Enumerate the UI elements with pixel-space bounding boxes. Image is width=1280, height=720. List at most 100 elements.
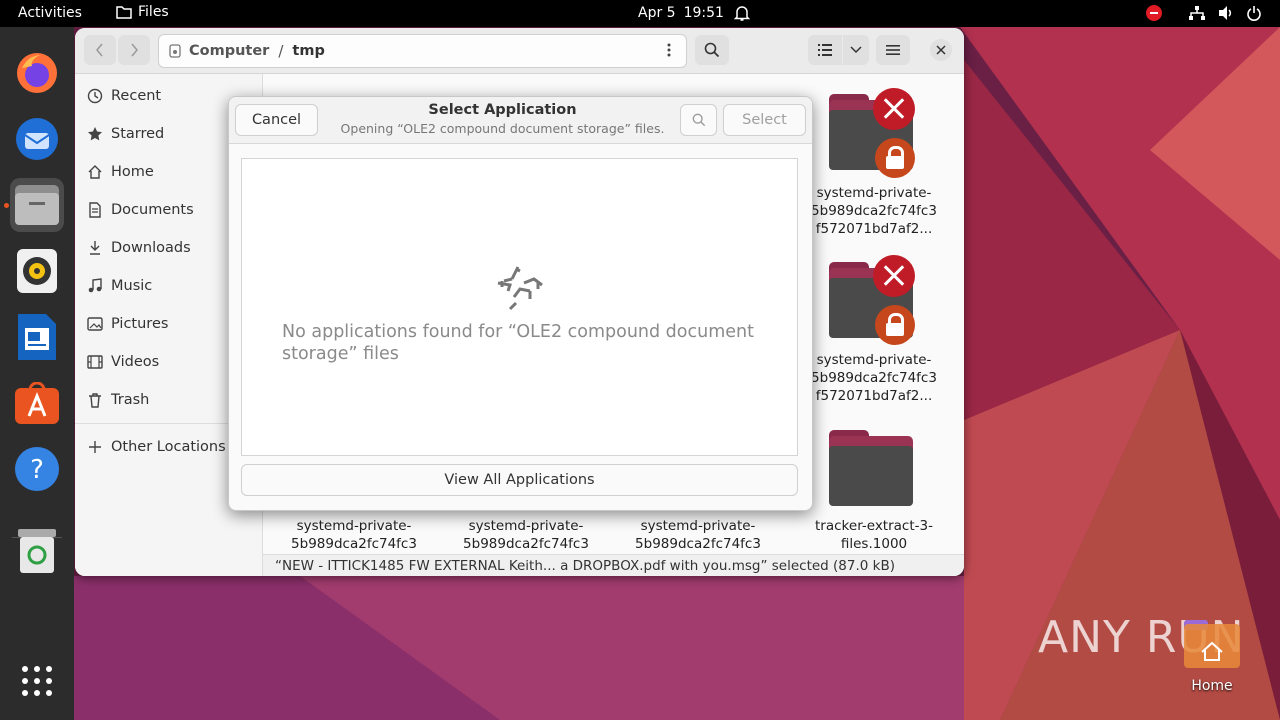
- volume-icon: [1219, 6, 1232, 20]
- dock-rhythmbox[interactable]: [10, 244, 64, 298]
- folder-icon[interactable]: [829, 430, 913, 506]
- plus-icon: [89, 441, 101, 453]
- chevron-right-icon: [131, 43, 138, 57]
- select-application-dialog: Cancel Select Application Opening “OLE2 …: [228, 96, 813, 511]
- dock-help[interactable]: ?: [10, 442, 64, 496]
- select-button[interactable]: Select: [723, 104, 806, 136]
- no-applications-message: No applications found for “OLE2 compound…: [282, 322, 754, 364]
- main-menu-button[interactable]: [876, 35, 910, 65]
- home-folder-label[interactable]: Home: [1172, 678, 1252, 694]
- path-bar[interactable]: Computer / tmp: [158, 34, 687, 68]
- sidebar-item-home[interactable]: Home: [87, 159, 154, 185]
- application-list[interactable]: No applications found for “OLE2 compound…: [241, 158, 798, 456]
- path-root[interactable]: Computer: [189, 43, 269, 59]
- top-bar: Activities Files Apr 5 19:51: [0, 0, 1280, 27]
- file-item-label[interactable]: systemd-private- 5b989dca2fc74fc3: [446, 517, 606, 553]
- sidebar-item-other-locations[interactable]: Other Locations: [87, 434, 226, 460]
- thunderbird-icon: [16, 118, 58, 160]
- dock-firefox[interactable]: [10, 46, 64, 100]
- firefox-icon: [17, 53, 57, 93]
- sidebar-item-documents[interactable]: Documents: [87, 197, 194, 223]
- sidebar-item-label: Recent: [111, 88, 162, 104]
- app-menu-label: Files: [138, 4, 169, 20]
- file-item-label[interactable]: tracker-extract-3- files.1000: [794, 517, 954, 553]
- drive-icon: [169, 44, 181, 58]
- unreadable-emblem-icon: [873, 88, 915, 130]
- clock[interactable]: Apr 5 19:51: [638, 5, 724, 21]
- search-button[interactable]: [695, 35, 729, 65]
- close-icon: [936, 45, 946, 55]
- close-window-button[interactable]: [930, 39, 952, 61]
- trash-icon: [89, 393, 101, 408]
- view-options-button[interactable]: [843, 35, 869, 65]
- dock-libreoffice-writer[interactable]: [10, 310, 64, 364]
- vertical-dots-icon: [667, 43, 671, 57]
- home-icon: [88, 165, 102, 179]
- clock-icon: [87, 88, 103, 104]
- show-apps-button[interactable]: [10, 654, 64, 708]
- sidebar-item-music[interactable]: Music: [87, 273, 152, 299]
- app-menu[interactable]: Files: [116, 4, 169, 20]
- back-button[interactable]: [84, 35, 116, 65]
- file-item-label[interactable]: systemd-private- 5b989dca2fc74fc3 f57207…: [794, 351, 954, 405]
- app-center-icon: [15, 382, 59, 424]
- view-all-applications-button[interactable]: View All Applications: [241, 464, 798, 496]
- files-icon: [15, 185, 59, 225]
- files-headerbar: Computer / tmp: [75, 28, 964, 74]
- svg-text:?: ?: [30, 455, 44, 485]
- unreadable-emblem-icon: [873, 255, 915, 297]
- hamburger-icon: [886, 45, 900, 55]
- sidebar-item-label: Other Locations: [111, 439, 226, 455]
- help-icon: ?: [15, 447, 59, 491]
- path-menu-button[interactable]: [653, 35, 685, 65]
- sidebar-item-downloads[interactable]: Downloads: [87, 235, 191, 261]
- folder-icon: [116, 6, 132, 19]
- document-icon: [89, 202, 101, 218]
- dock-thunderbird[interactable]: [10, 112, 64, 166]
- list-view-icon: [818, 44, 832, 56]
- lock-emblem-icon: [875, 305, 915, 345]
- chevron-left-icon: [96, 43, 103, 57]
- sidebar-item-label: Starred: [111, 126, 165, 142]
- list-view-button[interactable]: [808, 35, 842, 65]
- trash-icon: [18, 529, 56, 573]
- sidebar-item-recent[interactable]: Recent: [87, 83, 161, 109]
- file-item-label[interactable]: systemd-private- 5b989dca2fc74fc3 f57207…: [794, 184, 954, 238]
- clock-time: 19:51: [683, 5, 724, 21]
- sidebar-item-label: Videos: [111, 354, 160, 370]
- sidebar-item-videos[interactable]: Videos: [87, 349, 159, 375]
- home-folder-desktop-icon[interactable]: [1184, 620, 1240, 668]
- path-separator: /: [278, 42, 284, 60]
- system-tray[interactable]: [1188, 5, 1262, 21]
- sidebar-item-label: Music: [111, 278, 153, 294]
- file-item-label[interactable]: systemd-private- 5b989dca2fc74fc3: [618, 517, 778, 553]
- dialog-search-button[interactable]: [680, 104, 717, 136]
- dock-files[interactable]: [10, 178, 64, 232]
- dock: ?: [0, 27, 74, 720]
- writer-icon: [18, 314, 56, 360]
- app-grid-icon: [22, 666, 52, 696]
- download-icon: [90, 241, 100, 255]
- do-not-disturb-icon[interactable]: [1146, 5, 1162, 21]
- path-current[interactable]: tmp: [292, 43, 324, 59]
- star-icon: [88, 127, 102, 141]
- power-icon: [1247, 6, 1261, 21]
- puzzle-missing-icon: [497, 266, 543, 311]
- dock-trash[interactable]: [10, 524, 64, 578]
- dock-app-center[interactable]: [10, 376, 64, 430]
- activities-button[interactable]: Activities: [18, 5, 82, 21]
- sidebar-item-pictures[interactable]: Pictures: [87, 311, 168, 337]
- file-item-label[interactable]: systemd-private- 5b989dca2fc74fc3: [274, 517, 434, 553]
- rhythmbox-icon: [17, 249, 57, 293]
- sidebar-item-label: Downloads: [111, 240, 191, 256]
- sidebar-item-label: Home: [111, 164, 154, 180]
- sidebar-item-trash[interactable]: Trash: [87, 387, 149, 413]
- notification-bell-icon: [734, 6, 750, 21]
- lock-emblem-icon: [875, 138, 915, 178]
- selection-status: “NEW - ITTICK1485 FW EXTERNAL Keith... a…: [263, 554, 964, 576]
- forward-button[interactable]: [118, 35, 150, 65]
- sidebar-item-label: Pictures: [111, 316, 169, 332]
- sidebar-item-starred[interactable]: Starred: [87, 121, 164, 147]
- network-icon: [1189, 6, 1205, 20]
- dialog-header: Cancel Select Application Opening “OLE2 …: [229, 97, 812, 144]
